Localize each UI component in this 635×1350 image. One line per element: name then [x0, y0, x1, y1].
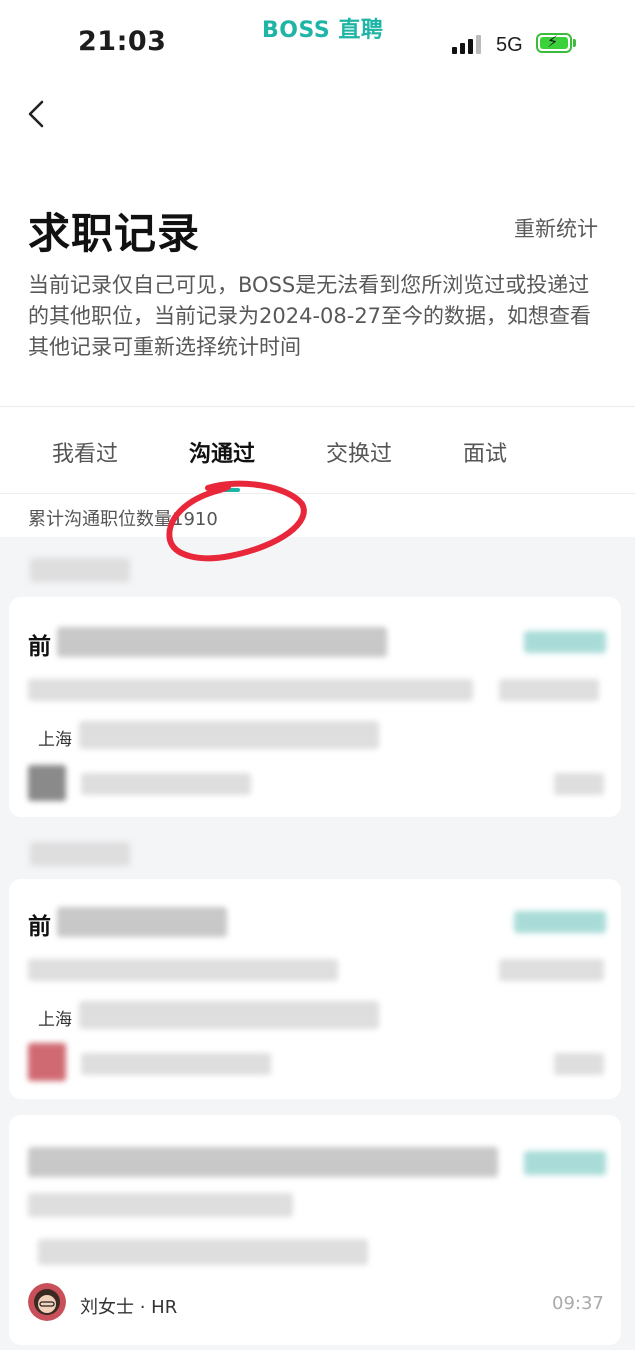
tags-blurred: [79, 721, 379, 749]
job-title-blurred: [28, 1147, 498, 1177]
tab-exchanged[interactable]: 交换过: [326, 436, 392, 468]
cellular-signal-icon: [452, 34, 486, 54]
date-label-blurred: [30, 842, 130, 866]
divider: [0, 406, 635, 407]
page-title: 求职记录: [28, 209, 201, 258]
job-card[interactable]: 前 上海: [9, 597, 621, 817]
location-prefix: 上海: [38, 730, 72, 750]
salary-blurred: [524, 631, 606, 653]
company-blurred: [28, 959, 338, 981]
hr-name-blurred: [81, 773, 251, 795]
battery-icon: ⚡: [536, 32, 572, 53]
tags-blurred: [38, 1239, 368, 1265]
chevron-left-icon[interactable]: [24, 96, 52, 132]
company-meta-blurred: [499, 679, 599, 701]
hr-name: 刘女士 · HR: [80, 1297, 178, 1318]
app-brand-logo: BOSS 直聘: [262, 18, 384, 43]
tab-viewed[interactable]: 我看过: [52, 436, 118, 468]
tab-communicated[interactable]: 沟通过: [189, 436, 255, 468]
job-title-blurred: [57, 627, 387, 657]
battery-tip: [573, 39, 576, 47]
job-card[interactable]: 前 上海: [9, 879, 621, 1099]
message-time: 09:37: [552, 1293, 604, 1314]
network-type: 5G: [496, 34, 523, 56]
hr-avatar-blurred: [28, 1043, 66, 1081]
company-blurred: [28, 1193, 293, 1217]
status-time: 21:03: [78, 26, 167, 57]
company-meta-blurred: [499, 959, 604, 981]
salary-blurred: [524, 1151, 606, 1175]
tags-blurred: [79, 1001, 379, 1029]
page-description: 当前记录仅自己可见，BOSS是无法看到您所浏览过或投递过的其他职位，当前记录为2…: [28, 273, 592, 359]
job-title-prefix: 前: [28, 634, 51, 660]
job-title-blurred: [57, 907, 227, 937]
time-blurred: [554, 773, 604, 795]
salary-blurred: [514, 911, 606, 933]
company-blurred: [28, 679, 473, 701]
hr-name-blurred: [81, 1053, 271, 1075]
hr-avatar: [28, 1283, 66, 1321]
tab-divider: [0, 493, 635, 494]
date-label-blurred: [30, 558, 130, 582]
red-annotation-circle: [166, 480, 307, 562]
tab-interview[interactable]: 面试: [463, 436, 507, 468]
location-prefix: 上海: [38, 1010, 72, 1030]
time-blurred: [554, 1053, 604, 1075]
restat-button[interactable]: 重新统计: [514, 213, 598, 243]
job-title-prefix: 前: [28, 914, 51, 940]
hr-avatar-blurred: [28, 765, 66, 801]
